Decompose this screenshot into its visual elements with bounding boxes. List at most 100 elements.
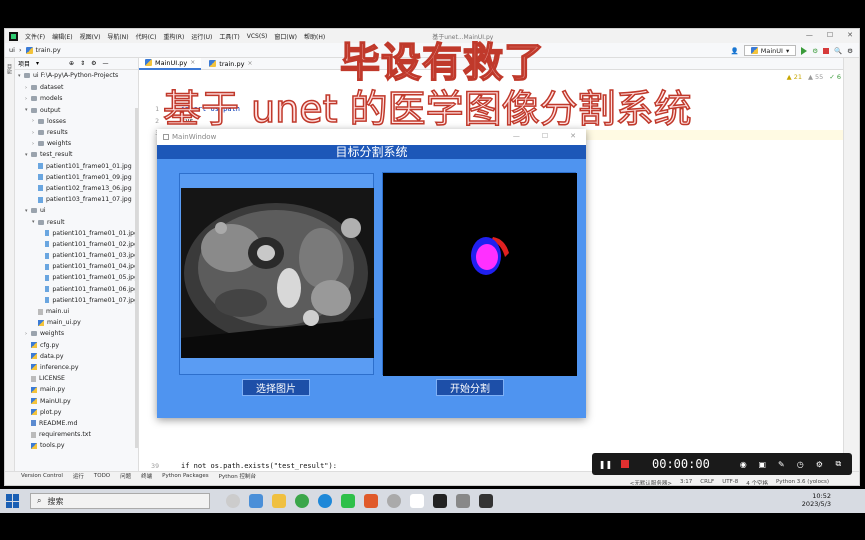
- tree-item[interactable]: patient102_frame13_06.jpg: [15, 183, 138, 194]
- pen-icon[interactable]: ✎: [776, 459, 787, 469]
- tree-item[interactable]: patient101_frame01_09.jpg: [15, 172, 138, 183]
- pycharm-icon[interactable]: [433, 494, 447, 508]
- tree-item[interactable]: patient101_frame01_01.jpg: [15, 228, 138, 239]
- taskbar-search[interactable]: ⌕ 搜索: [30, 493, 210, 509]
- tree-item[interactable]: LICENSE: [15, 373, 138, 384]
- status-item[interactable]: <无默认服务器>: [630, 479, 672, 485]
- hide-icon[interactable]: —: [102, 60, 108, 67]
- menu-item[interactable]: 窗口(W): [274, 32, 297, 41]
- inspection-widget[interactable]: ▲ 21 ▲ 55 ✓ 6: [787, 73, 841, 81]
- settings-gear-icon[interactable]: ⚙: [847, 47, 853, 55]
- tree-item[interactable]: main_ui.py: [15, 317, 138, 328]
- stop-icon[interactable]: [823, 47, 830, 54]
- menu-item[interactable]: 代码(C): [136, 32, 157, 41]
- wechat-icon[interactable]: [341, 494, 355, 508]
- tree-item[interactable]: patient103_frame11_07.jpg: [15, 194, 138, 205]
- breadcrumb-file[interactable]: train.py: [25, 46, 61, 54]
- status-item[interactable]: UTF-8: [722, 479, 738, 485]
- menu-item[interactable]: 运行(U): [191, 32, 212, 41]
- tree-item[interactable]: MainUI.py: [15, 395, 138, 406]
- tree-item[interactable]: patient101_frame01_07.jpg: [15, 295, 138, 306]
- close-tab-icon[interactable]: ×: [190, 59, 195, 66]
- app-icon[interactable]: [364, 494, 378, 508]
- code-line-39[interactable]: if not os.path.exists("test_result"):: [181, 462, 337, 470]
- tree-item[interactable]: ▾ test_result: [15, 149, 138, 160]
- collapse-icon[interactable]: ⇕: [80, 60, 85, 67]
- menu-item[interactable]: 文件(F): [25, 32, 45, 41]
- menu-item[interactable]: VCS(S): [247, 33, 268, 40]
- run-icon[interactable]: [801, 46, 808, 55]
- debug-icon[interactable]: ⚙: [812, 47, 818, 55]
- menu-item[interactable]: 工具(T): [219, 32, 239, 41]
- tree-item[interactable]: plot.py: [15, 407, 138, 418]
- app-icon[interactable]: [249, 494, 263, 508]
- status-item[interactable]: Python 3.6 (yolocs): [776, 479, 829, 485]
- tree-item[interactable]: main.ui: [15, 306, 138, 317]
- chevron-down-icon[interactable]: ▾: [36, 60, 39, 67]
- close-tab-icon[interactable]: ×: [247, 60, 252, 67]
- tree-item[interactable]: patient101_frame01_01.jpg: [15, 161, 138, 172]
- tree-item[interactable]: cfg.py: [15, 340, 138, 351]
- tab-mainui[interactable]: MainUI.py ×: [139, 57, 202, 70]
- tree-item[interactable]: patient101_frame01_03.jpg: [15, 250, 138, 261]
- tree-item[interactable]: ▾ ui: [15, 205, 138, 216]
- status-item[interactable]: 3:17: [680, 479, 692, 485]
- status-item[interactable]: CRLF: [700, 479, 714, 485]
- tree-item[interactable]: README.md: [15, 418, 138, 429]
- bottom-tool-tab[interactable]: Version Control: [21, 473, 63, 479]
- tree-item[interactable]: requirements.txt: [15, 429, 138, 440]
- gear-icon[interactable]: ⚙: [91, 60, 96, 67]
- tree-item[interactable]: patient101_frame01_06.jpg: [15, 284, 138, 295]
- clock-icon[interactable]: ◷: [795, 459, 806, 469]
- status-item[interactable]: 4 个空格: [746, 479, 768, 485]
- tree-item[interactable]: inference.py: [15, 362, 138, 373]
- menu-item[interactable]: 帮助(H): [304, 32, 325, 41]
- tree-item[interactable]: › dataset: [15, 82, 138, 93]
- tree-item[interactable]: patient101_frame01_02.jpg: [15, 239, 138, 250]
- chrome-icon[interactable]: [295, 494, 309, 508]
- breadcrumb-root[interactable]: ui: [9, 46, 15, 54]
- tree-item[interactable]: › weights: [15, 328, 138, 339]
- maximize-icon[interactable]: ☐: [827, 31, 833, 39]
- run-config-select[interactable]: MainUI ▾: [743, 45, 797, 56]
- tree-item[interactable]: ▾ output: [15, 105, 138, 116]
- start-segmentation-button[interactable]: 开始分割: [436, 379, 504, 396]
- project-pane-title[interactable]: 项目: [18, 59, 30, 68]
- webcam-icon[interactable]: ◉: [738, 459, 749, 469]
- menu-item[interactable]: 编辑(E): [52, 32, 72, 41]
- tree-item[interactable]: patient101_frame01_05.jpg: [15, 272, 138, 283]
- user-icon[interactable]: 👤: [731, 47, 739, 55]
- close-icon[interactable]: ✕: [847, 31, 853, 39]
- menu-item[interactable]: 导航(N): [107, 32, 128, 41]
- tree-item[interactable]: › losses: [15, 116, 138, 127]
- menu-item[interactable]: 视图(V): [80, 32, 101, 41]
- app-icon[interactable]: [456, 494, 470, 508]
- stop-record-icon[interactable]: [619, 459, 630, 469]
- bottom-tool-tab[interactable]: Python Packages: [162, 473, 208, 479]
- maximize-icon[interactable]: ☐: [542, 132, 548, 140]
- close-icon[interactable]: ✕: [570, 132, 576, 140]
- window-icon[interactable]: ⧉: [833, 459, 844, 469]
- select-image-button[interactable]: 选择图片: [242, 379, 310, 396]
- settings-icon[interactable]: ⚙: [814, 459, 825, 469]
- tree-item[interactable]: ▾ result: [15, 216, 138, 227]
- tree-item[interactable]: › weights: [15, 138, 138, 149]
- project-stripe-label[interactable]: 项目: [6, 64, 13, 74]
- windows-start-icon[interactable]: [6, 494, 20, 508]
- search-icon[interactable]: 🔍: [834, 47, 842, 55]
- tree-item[interactable]: data.py: [15, 351, 138, 362]
- project-scrollbar[interactable]: [135, 108, 138, 448]
- tree-item[interactable]: › models: [15, 93, 138, 104]
- file-explorer-icon[interactable]: [272, 494, 286, 508]
- tree-item[interactable]: › results: [15, 127, 138, 138]
- tab-train[interactable]: train.py ×: [203, 58, 258, 70]
- recorder-icon[interactable]: [479, 494, 493, 508]
- minimize-icon[interactable]: —: [806, 31, 813, 39]
- system-tray-clock[interactable]: 10:52 2023/5/3: [802, 492, 831, 508]
- edge-icon[interactable]: [318, 494, 332, 508]
- task-view-icon[interactable]: [226, 494, 240, 508]
- pause-icon[interactable]: ❚❚: [599, 459, 612, 469]
- tree-item[interactable]: tools.py: [15, 440, 138, 451]
- camera-icon[interactable]: ▣: [757, 459, 768, 469]
- target-icon[interactable]: ⊕: [69, 60, 74, 67]
